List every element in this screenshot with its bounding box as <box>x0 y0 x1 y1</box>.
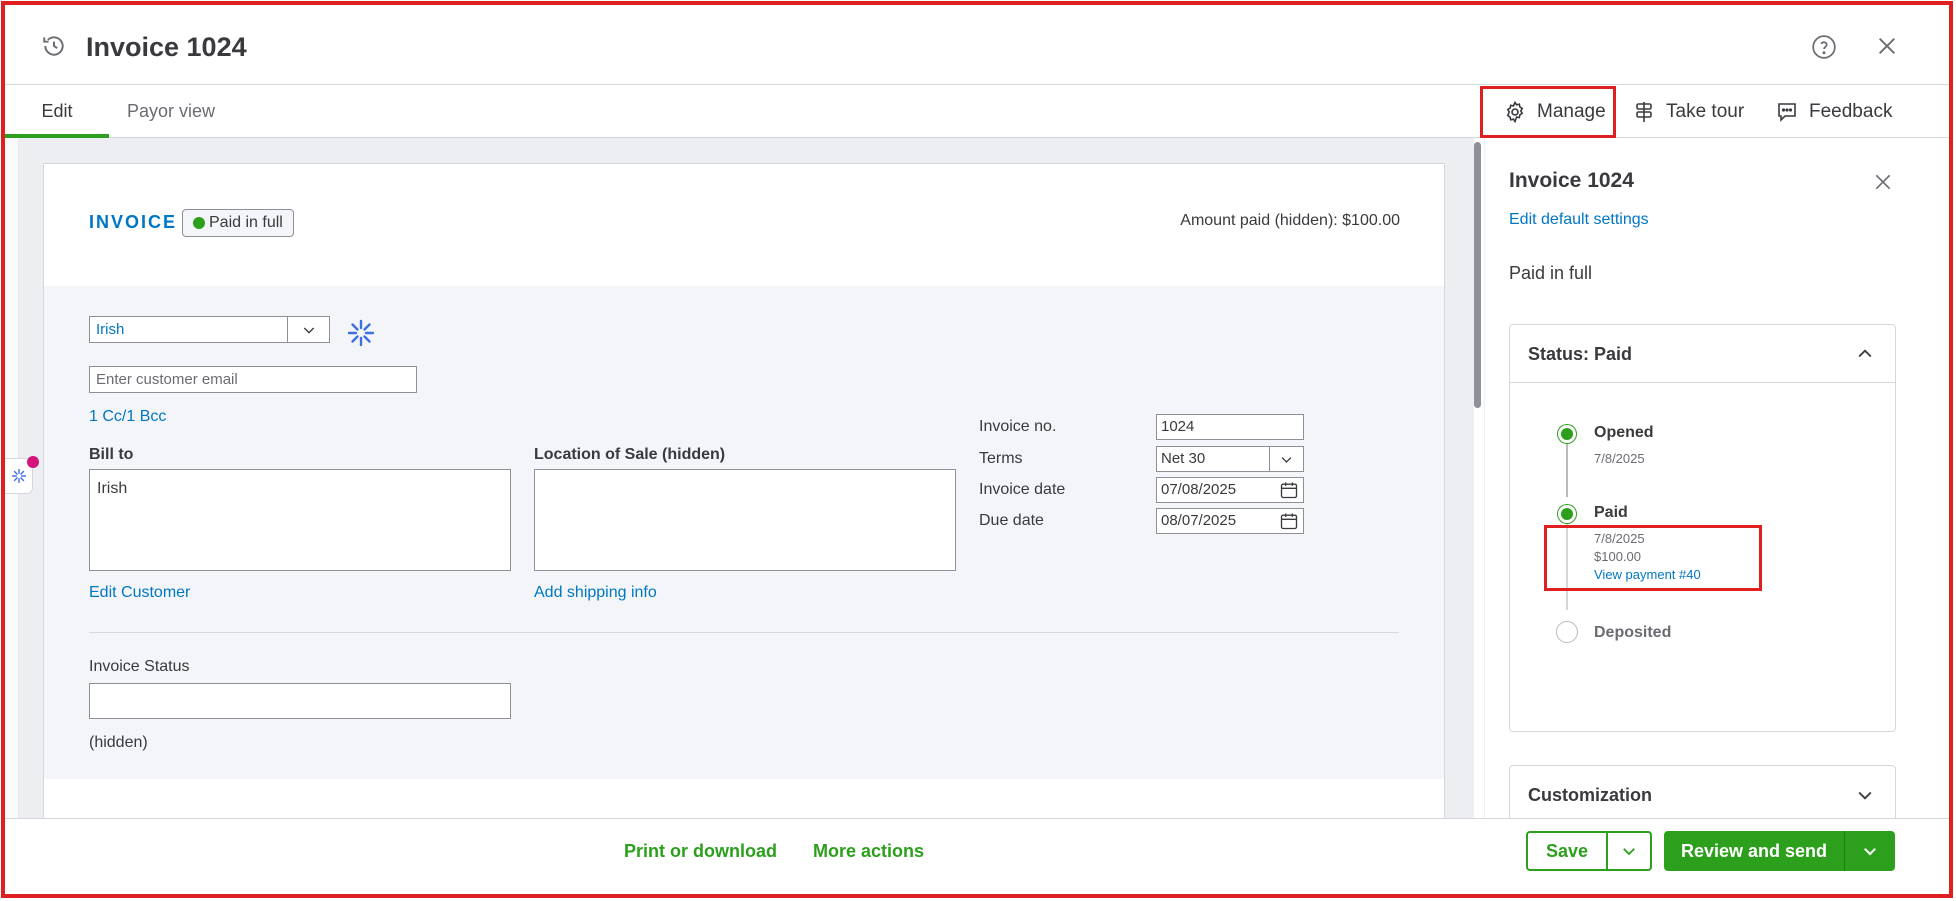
tab-payor-view[interactable]: Payor view <box>127 86 215 138</box>
chat-bubble-icon <box>1778 103 1796 122</box>
status-badge-label: Paid in full <box>209 214 283 231</box>
manage-label: Manage <box>1537 101 1606 122</box>
assistant-icon <box>11 468 26 484</box>
print-or-download-link[interactable]: Print or download <box>624 841 777 862</box>
section-divider <box>89 632 1399 633</box>
status-badge: Paid in full <box>182 209 294 237</box>
paid-details-highlight <box>1544 525 1762 591</box>
customer-select-value: Irish <box>96 321 125 338</box>
timeline-dot-opened <box>1558 425 1576 443</box>
invoice-no-value: 1024 <box>1161 418 1195 435</box>
page-header: Invoice 1024 <box>5 5 1951 85</box>
edit-default-settings-link[interactable]: Edit default settings <box>1509 211 1649 229</box>
close-icon[interactable] <box>1873 172 1893 192</box>
status-card-title: Status: Paid <box>1528 344 1633 364</box>
more-actions-link[interactable]: More actions <box>813 841 924 862</box>
status-card-header[interactable]: Status: Paid <box>1510 325 1895 383</box>
invoice-status-field[interactable] <box>89 683 511 719</box>
manage-button[interactable]: Manage <box>1480 86 1616 138</box>
chevron-down-icon <box>1269 447 1303 471</box>
signpost-icon <box>1636 102 1652 122</box>
location-of-sale-field[interactable] <box>534 469 956 571</box>
chevron-down-icon <box>1864 848 1876 856</box>
panel-title: Invoice 1024 <box>1509 169 1634 192</box>
customer-email-input[interactable] <box>89 366 417 393</box>
add-shipping-link[interactable]: Add shipping info <box>534 584 657 602</box>
due-date-label: Due date <box>979 512 1044 529</box>
invoice-form: Irish 1 Cc/1 Bcc Bill to Location of Sal… <box>44 286 1444 779</box>
chevron-down-icon[interactable] <box>1855 785 1875 805</box>
invoice-no-label: Invoice no. <box>979 418 1057 435</box>
timeline-opened-date: 7/8/2025 <box>1594 451 1645 466</box>
take-tour-label: Take tour <box>1666 101 1745 122</box>
feedback-button[interactable]: Feedback <box>1775 86 1892 138</box>
location-of-sale-label: Location of Sale (hidden) <box>534 446 726 463</box>
terms-select[interactable]: Net 30 <box>1156 446 1304 472</box>
footer-bar: Print or download More actions Save Revi… <box>5 818 1951 897</box>
bill-to-field[interactable]: Irish <box>89 469 511 571</box>
due-date-value: 08/07/2025 <box>1161 512 1237 529</box>
amount-paid-text: Amount paid (hidden): $100.00 <box>1180 212 1400 229</box>
save-button[interactable]: Save <box>1526 831 1652 871</box>
timeline-line <box>1566 435 1568 497</box>
timeline-paid-title: Paid <box>1594 504 1628 521</box>
calendar-icon[interactable] <box>1279 511 1299 531</box>
customization-card-header[interactable]: Customization <box>1510 766 1895 824</box>
terms-label: Terms <box>979 450 1023 467</box>
edit-customer-link[interactable]: Edit Customer <box>89 584 190 602</box>
scrollbar[interactable] <box>1474 138 1482 818</box>
history-icon[interactable] <box>41 33 67 59</box>
invoice-date-field[interactable]: 07/08/2025 <box>1156 477 1304 503</box>
invoice-status-hidden-note: (hidden) <box>89 734 148 751</box>
save-options-button[interactable] <box>1606 833 1650 869</box>
close-icon[interactable] <box>1876 35 1898 57</box>
timeline-dot-paid <box>1558 505 1576 523</box>
gear-icon <box>1506 100 1524 124</box>
invoice-canvas: INVOICE Paid in full Amount paid (hidden… <box>19 138 1474 818</box>
invoice-lines-area <box>44 779 1444 818</box>
invoice-date-value: 07/08/2025 <box>1161 481 1237 498</box>
chevron-down-icon <box>1623 848 1635 856</box>
timeline-deposited-title: Deposited <box>1594 624 1672 641</box>
bill-to-label: Bill to <box>89 446 134 463</box>
feedback-label: Feedback <box>1809 101 1893 122</box>
cc-bcc-link[interactable]: 1 Cc/1 Bcc <box>89 408 166 426</box>
customization-title: Customization <box>1528 785 1652 805</box>
page-title: Invoice 1024 <box>86 32 247 62</box>
review-and-send-button[interactable]: Review and send <box>1664 831 1895 871</box>
invoice-status-label: Invoice Status <box>89 658 190 675</box>
timeline-opened-title: Opened <box>1594 424 1654 441</box>
send-options-button[interactable] <box>1844 831 1895 871</box>
help-icon[interactable] <box>1811 34 1837 60</box>
tab-edit[interactable]: Edit <box>5 86 109 138</box>
take-tour-button[interactable]: Take tour <box>1632 86 1744 138</box>
due-date-field[interactable]: 08/07/2025 <box>1156 508 1304 534</box>
timeline-dot-deposited <box>1556 621 1578 643</box>
tab-bar: Edit Payor view Manage Take tour Feedbac… <box>5 86 1951 138</box>
invoice-no-field[interactable]: 1024 <box>1156 414 1304 440</box>
loading-spinner-icon <box>347 319 375 347</box>
invoice-header-area: INVOICE Paid in full Amount paid (hidden… <box>44 164 1444 286</box>
panel-status-text: Paid in full <box>1509 263 1593 283</box>
invoice-side-panel: Invoice 1024 Edit default settings Paid … <box>1484 138 1904 825</box>
customer-select[interactable]: Irish <box>89 316 330 343</box>
chevron-up-icon[interactable] <box>1855 344 1875 364</box>
notification-dot <box>27 456 39 468</box>
invoice-date-label: Invoice date <box>979 481 1066 498</box>
chevron-down-icon <box>287 317 329 342</box>
terms-value: Net 30 <box>1161 450 1206 467</box>
status-dot-icon <box>193 217 205 229</box>
invoice-heading: INVOICE <box>89 212 178 232</box>
calendar-icon[interactable] <box>1279 480 1299 500</box>
invoice-paper: INVOICE Paid in full Amount paid (hidden… <box>43 163 1445 818</box>
save-label: Save <box>1545 841 1589 861</box>
scrollbar-thumb[interactable] <box>1474 142 1481 408</box>
review-and-send-label: Review and send <box>1680 841 1828 861</box>
customization-card[interactable]: Customization <box>1509 765 1896 825</box>
